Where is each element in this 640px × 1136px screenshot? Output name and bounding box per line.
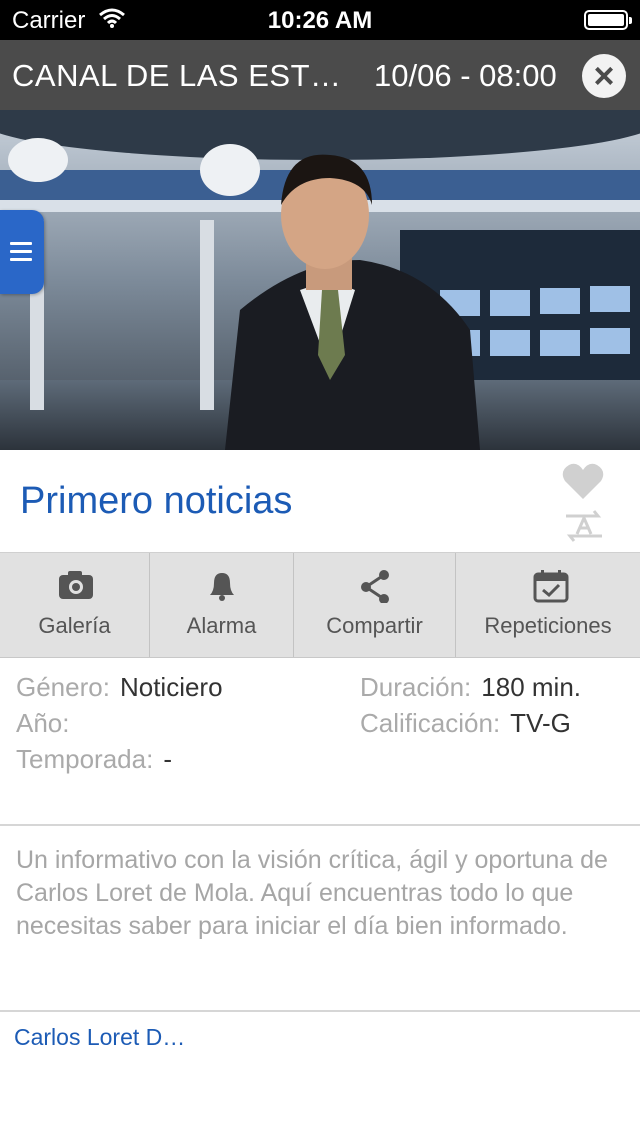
alarm-button[interactable]: Alarma: [150, 553, 294, 657]
close-button[interactable]: ×: [582, 54, 626, 98]
camera-icon: [59, 571, 93, 599]
repeats-button[interactable]: Repeticiones: [456, 553, 640, 657]
rating-label: Calificación:: [360, 708, 501, 738]
title-bar: CANAL DE LAS EST… 10/06 - 08:00 ×: [0, 40, 640, 110]
newsroom-photo: [0, 110, 640, 450]
cast-link[interactable]: Carlos Loret D…: [14, 1024, 185, 1051]
duration-label: Duración:: [360, 672, 472, 702]
airing-datetime: 10/06 - 08:00: [374, 58, 557, 93]
details-left: Género: Noticiero Año: Temporada: -: [16, 672, 223, 780]
rating-value: TV-G: [510, 708, 571, 738]
calendar-check-icon: [533, 570, 569, 603]
side-menu-button[interactable]: [0, 210, 44, 294]
genre-value: Noticiero: [119, 672, 223, 702]
close-icon: ×: [593, 55, 615, 96]
year-row: Año:: [16, 708, 223, 744]
share-button[interactable]: Compartir: [294, 553, 456, 657]
divider: [0, 824, 640, 826]
share-label: Compartir: [326, 613, 423, 638]
translate-icon[interactable]: [562, 506, 606, 546]
battery-icon: [584, 10, 632, 30]
repeats-label: Repeticiones: [484, 613, 612, 638]
program-description: Un informativo con la visión crítica, ág…: [16, 846, 608, 940]
action-bar: Galería Alarma Compartir Repeticiones: [0, 552, 640, 658]
season-label: Temporada:: [16, 744, 154, 774]
status-bar: Carrier 10:26 AM: [0, 0, 640, 40]
gallery-label: Galería: [38, 613, 111, 638]
duration-row: Duración: 180 min.: [360, 672, 581, 708]
channel-name: CANAL DE LAS EST…: [12, 58, 342, 93]
gallery-button[interactable]: Galería: [0, 553, 150, 657]
bell-icon: [210, 573, 234, 601]
program-title: Primero noticias: [20, 480, 293, 522]
duration-value: 180 min.: [481, 672, 582, 702]
heart-icon[interactable]: [561, 461, 605, 501]
genre-row: Género: Noticiero: [16, 672, 223, 708]
season-row: Temporada: -: [16, 744, 223, 780]
program-image: [0, 110, 640, 450]
share-icon: [361, 570, 389, 603]
clock: 10:26 AM: [267, 7, 373, 34]
year-label: Año:: [16, 708, 70, 738]
season-value: -: [163, 744, 172, 774]
alarm-label: Alarma: [186, 613, 257, 638]
details-right: Duración: 180 min. Calificación: TV-G: [360, 672, 581, 744]
rating-row: Calificación: TV-G: [360, 708, 581, 744]
genre-label: Género:: [16, 672, 110, 702]
divider: [0, 1010, 640, 1012]
